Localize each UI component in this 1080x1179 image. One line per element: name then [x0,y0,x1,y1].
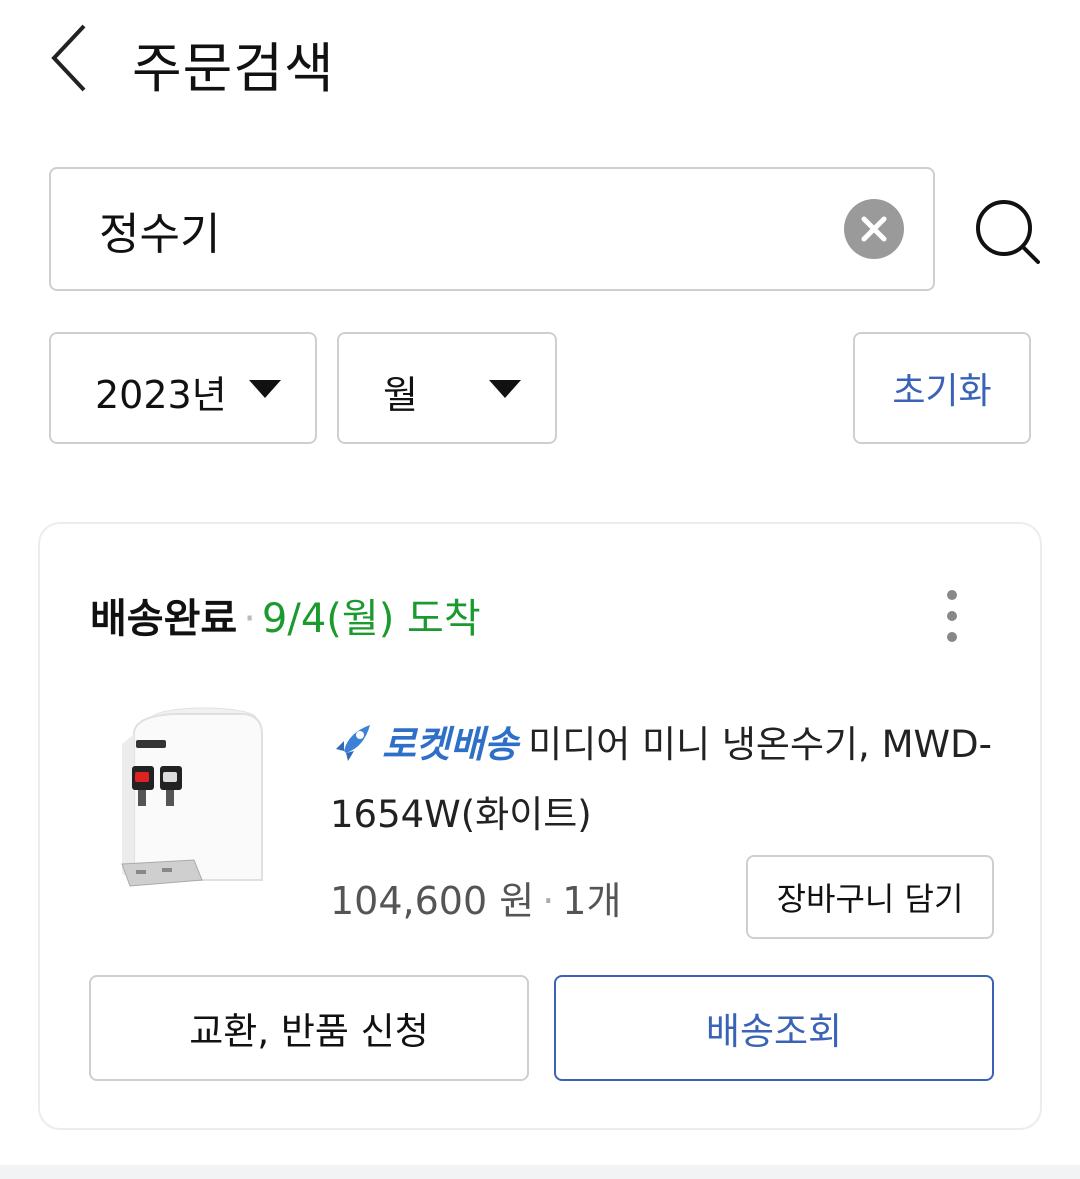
water-dispenser-image [121,707,263,887]
order-status-line: 배송완료 · 9/4(월) 도착 [90,586,481,644]
top-bar: 주문검색 [0,0,1080,120]
rocket-delivery-badge: 로켓배송 [382,723,519,766]
magnifier-icon [976,200,1040,264]
triangle-down-icon [249,380,281,398]
product-price: 104,600 원 [330,879,535,923]
reset-button[interactable]: 초기화 [853,332,1031,444]
page-title: 주문검색 [132,37,335,100]
product-image[interactable] [114,704,274,904]
product-name-block[interactable]: 로켓배송 미디어 미니 냉온수기, MWD-1654W(화이트) [330,710,1000,850]
more-options-button[interactable] [938,588,966,644]
vertical-dots-icon-dot [947,632,957,642]
track-delivery-button[interactable]: 배송조회 [554,975,994,1081]
search-button[interactable] [966,192,1046,272]
price-separator: · [542,879,555,923]
product-quantity: 1개 [562,879,622,923]
price-line: 104,600 원 · 1개 [330,870,621,925]
month-select-value: 월 [383,373,418,417]
rocket-icon [334,725,370,761]
back-button[interactable] [40,20,100,96]
vertical-dots-icon [947,590,957,600]
triangle-down-icon [489,380,521,398]
vertical-dots-icon-dot [947,611,957,621]
year-select-value: 2023년 [95,373,227,417]
bottom-divider [0,1165,1080,1179]
clear-search-button[interactable] [844,199,904,259]
add-to-cart-button[interactable]: 장바구니 담기 [746,855,994,939]
search-input[interactable] [99,195,819,265]
year-select[interactable]: 2023년 [49,332,317,444]
search-box [49,167,935,291]
month-select[interactable]: 월 [337,332,557,444]
clear-x-icon [861,216,887,242]
status-separator: · [243,596,256,642]
status-label: 배송완료 [90,596,238,642]
arrival-date: 9/4(월) 도착 [261,596,481,642]
chevron-left-icon [51,24,86,92]
order-card: 배송완료 · 9/4(월) 도착 로켓배송 미디어 미니 냉온수기, MWD-1… [38,522,1042,1130]
exchange-return-button[interactable]: 교환, 반품 신청 [89,975,529,1081]
